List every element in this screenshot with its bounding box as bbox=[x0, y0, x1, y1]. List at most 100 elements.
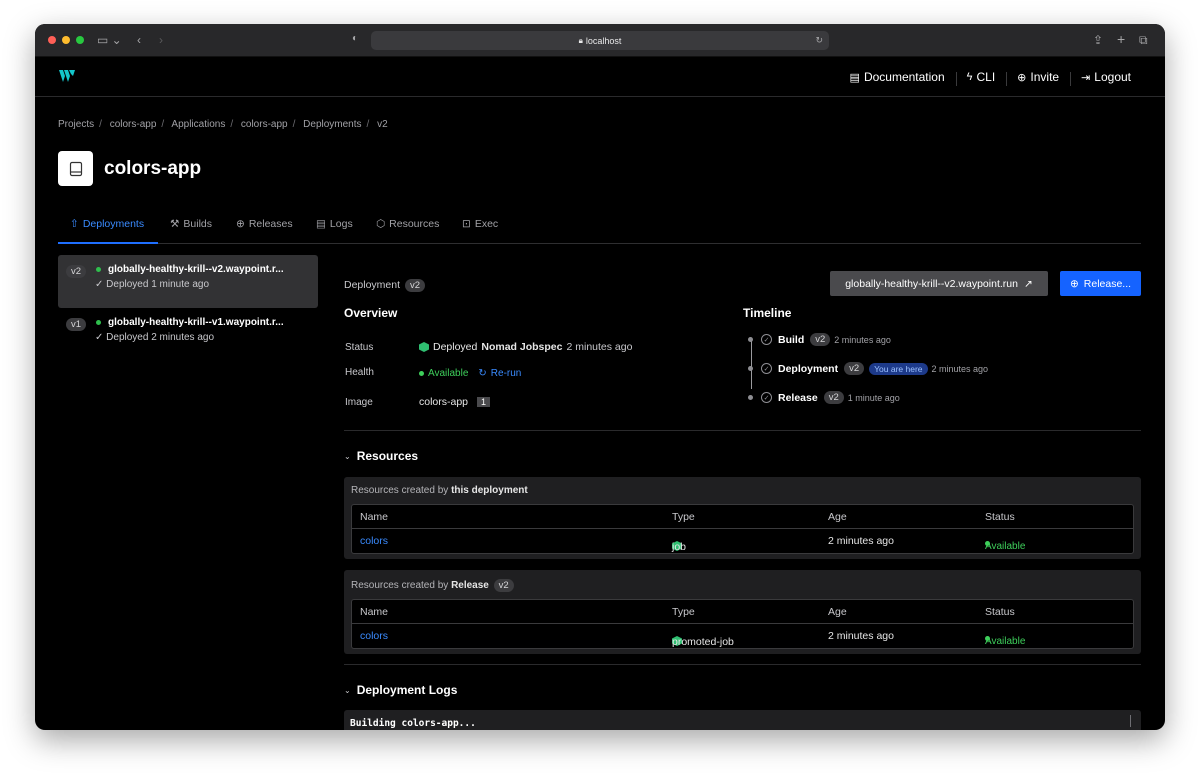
table-row: colors job 2 minutes ago Available bbox=[352, 529, 1133, 553]
resource-name-link[interactable]: colors bbox=[360, 535, 388, 547]
column-name: Name bbox=[360, 606, 389, 618]
browser-toolbar: ▭ ⌄ ‹ › ◐ 🔒︎ localhost ↻ ⇪ + ⧉ bbox=[35, 24, 1165, 57]
column-status: Status bbox=[985, 606, 1015, 618]
card-heading: Resources created by this deployment bbox=[351, 485, 528, 496]
timeline-time: 2 minutes ago bbox=[931, 363, 989, 374]
reload-icon[interactable]: ↻ bbox=[815, 35, 823, 46]
tab-label: Builds bbox=[183, 218, 213, 230]
external-link-icon: ↗ bbox=[1023, 277, 1033, 290]
resources-section-toggle[interactable]: ⌄ Resources bbox=[344, 449, 418, 463]
tab-exec[interactable]: ⊡ Exec bbox=[462, 218, 498, 230]
timeline-name: Build bbox=[778, 333, 805, 346]
breadcrumb-deployments[interactable]: Deployments bbox=[303, 119, 361, 130]
timeline-dot bbox=[748, 366, 753, 371]
resources-title: Resources bbox=[356, 449, 419, 463]
card-heading-bold: Release bbox=[451, 580, 489, 591]
plus-circle-icon: ⊕ bbox=[1017, 71, 1027, 84]
app-window-icon bbox=[69, 161, 82, 176]
table-row: colors promoted-job 2 minutes ago Availa… bbox=[352, 624, 1133, 648]
tab-label: Deployments bbox=[82, 218, 145, 230]
tab-releases[interactable]: ⊕ Releases bbox=[236, 218, 293, 230]
privacy-shield-icon[interactable]: ◐ bbox=[352, 33, 358, 44]
timeline-version: v2 bbox=[810, 333, 831, 346]
rerun-button[interactable]: Re-run bbox=[491, 368, 522, 379]
minimize-window-button[interactable] bbox=[62, 36, 70, 44]
resource-type-text: job bbox=[672, 541, 687, 553]
check-icon: ✓ bbox=[95, 332, 107, 343]
check-circle-icon: ✓ bbox=[761, 334, 772, 345]
globe-icon: ⊕ bbox=[1069, 277, 1079, 290]
refresh-icon: ↻ bbox=[478, 368, 487, 379]
timeline-time: 1 minute ago bbox=[847, 392, 900, 403]
invite-link[interactable]: ⊕ Invite bbox=[1006, 70, 1070, 86]
timeline-item-release[interactable]: ✓ Release v2 1 minute ago bbox=[748, 391, 900, 404]
deployment-logs-console[interactable]: Building colors-app... bbox=[344, 710, 1141, 730]
new-tab-icon[interactable]: + bbox=[1117, 31, 1125, 47]
deployment-heading: Deployment v2 bbox=[344, 279, 425, 292]
deployment-heading-label: Deployment bbox=[344, 279, 401, 291]
image-label: Image bbox=[345, 397, 373, 408]
tab-overview-icon[interactable]: ⧉ bbox=[1139, 33, 1148, 48]
tab-resources[interactable]: ⬡ Resources bbox=[376, 218, 439, 230]
status-prefix: Deployed bbox=[433, 341, 478, 353]
check-icon: ✓ bbox=[95, 279, 107, 290]
breadcrumb-applications[interactable]: Applications bbox=[171, 119, 225, 130]
address-bar[interactable]: 🔒︎ localhost ↻ bbox=[371, 31, 829, 50]
documentation-link[interactable]: ▤ Documentation bbox=[839, 70, 956, 84]
close-window-button[interactable] bbox=[48, 36, 56, 44]
waypoint-logo-icon[interactable] bbox=[59, 70, 75, 82]
timeline-version: v2 bbox=[823, 391, 844, 404]
tab-label: Exec bbox=[474, 218, 499, 230]
column-age: Age bbox=[828, 511, 847, 523]
active-tab-indicator bbox=[58, 242, 158, 244]
deployment-url-label: globally-healthy-krill--v2.waypoint.run bbox=[845, 277, 1018, 290]
address-text: localhost bbox=[585, 35, 622, 46]
cli-link[interactable]: ϟ CLI bbox=[955, 70, 1007, 86]
status-label: Status bbox=[345, 342, 374, 353]
timeline-item-build[interactable]: ✓ Build v2 2 minutes ago bbox=[748, 333, 891, 346]
column-age: Age bbox=[828, 606, 847, 618]
status-platform: Nomad Jobspec bbox=[481, 341, 563, 353]
resources-table: Name Type Age Status colors promoted-job… bbox=[351, 599, 1134, 649]
logout-link[interactable]: ⇥ Logout bbox=[1070, 70, 1142, 86]
deployment-status: ✓ Deployed 1 minute ago bbox=[95, 279, 209, 290]
timeline-item-deployment[interactable]: ✓ Deployment v2 You are here 2 minutes a… bbox=[748, 362, 988, 375]
sidebar-toggle-icon[interactable]: ▭ ⌄ bbox=[97, 33, 122, 47]
breadcrumb-application[interactable]: colors-app bbox=[241, 119, 288, 130]
resources-table: Name Type Age Status colors job 2 minute… bbox=[351, 504, 1134, 554]
tab-label: Resources bbox=[389, 218, 440, 230]
release-button[interactable]: ⊕ Release... bbox=[1060, 271, 1141, 296]
version-badge: v2 bbox=[66, 265, 87, 278]
back-icon[interactable]: ‹ bbox=[137, 33, 141, 47]
breadcrumb-project[interactable]: colors-app bbox=[110, 119, 157, 130]
deployment-logs-toggle[interactable]: ⌄ Deployment Logs bbox=[344, 683, 457, 697]
tab-deployments[interactable]: ⇧ Deployments bbox=[70, 218, 144, 230]
timeline-name: Deployment bbox=[778, 362, 839, 375]
breadcrumb-projects[interactable]: Projects bbox=[58, 119, 94, 130]
document-icon: ▤ bbox=[849, 71, 860, 84]
card-heading: Resources created by Release v2 bbox=[351, 579, 514, 592]
zoom-window-button[interactable] bbox=[76, 36, 84, 44]
deployment-name: globally-healthy-krill--v1.waypoint.r... bbox=[108, 317, 284, 328]
top-navigation: ▤ Documentation ϟ CLI ⊕ Invite ⇥ Logout bbox=[839, 57, 1142, 97]
resource-name-link[interactable]: colors bbox=[360, 630, 388, 642]
log-scrollbar[interactable] bbox=[1130, 715, 1131, 727]
tab-builds[interactable]: ⚒︎ Builds bbox=[170, 218, 212, 230]
breadcrumb: Projects / colors-app / Applications / colo… bbox=[58, 119, 388, 130]
deployment-item-v2[interactable]: v2 globally-healthy-krill--v2.waypoint.r… bbox=[58, 255, 318, 308]
breadcrumb-current: v2 bbox=[377, 119, 388, 130]
globe-icon: ⊕ bbox=[236, 218, 245, 230]
cube-icon: ⬡ bbox=[376, 218, 386, 230]
table-header: Name Type Age Status bbox=[352, 505, 1133, 529]
resource-status-text: Available bbox=[985, 541, 1026, 552]
deployment-status-text: Deployed 1 minute ago bbox=[106, 279, 210, 290]
card-heading-prefix: Resources created by bbox=[351, 580, 449, 591]
forward-icon[interactable]: › bbox=[159, 33, 163, 47]
deployment-item-v1[interactable]: v1 globally-healthy-krill--v1.waypoint.r… bbox=[58, 308, 318, 361]
logout-icon: ⇥ bbox=[1081, 71, 1091, 84]
traffic-lights bbox=[48, 36, 84, 44]
tab-logs[interactable]: ▤ Logs bbox=[316, 218, 353, 230]
deployment-url-button[interactable]: globally-healthy-krill--v2.waypoint.run … bbox=[830, 271, 1048, 296]
section-divider bbox=[344, 664, 1141, 665]
share-icon[interactable]: ⇪ bbox=[1093, 33, 1103, 47]
